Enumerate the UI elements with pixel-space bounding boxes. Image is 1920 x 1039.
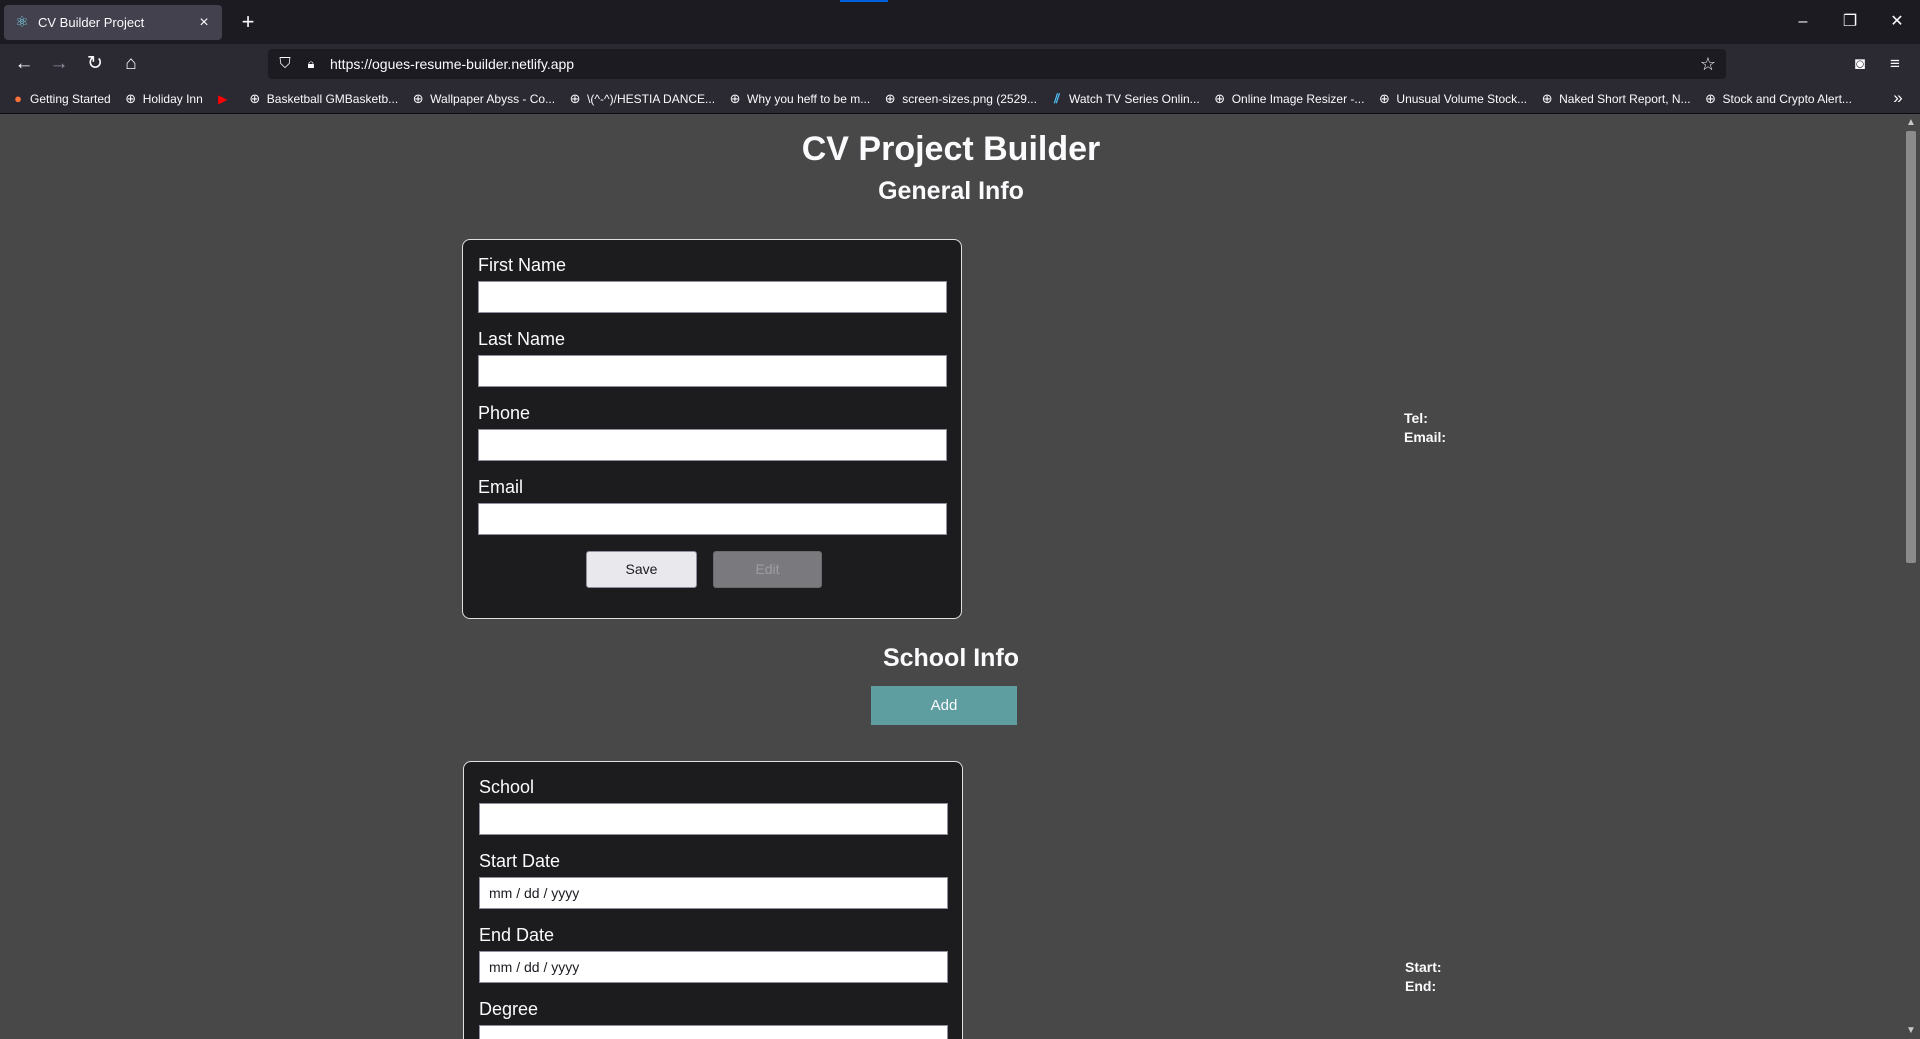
tab-title: CV Builder Project [38,15,145,30]
globe-icon: ⊕ [1378,90,1390,106]
bookmark-item[interactable]: ⊕ Holiday Inn [123,91,203,107]
react-icon: ⚛ [15,13,29,31]
lock-icon[interactable]: 🔒︎ [302,55,320,73]
bookmark-label: Wallpaper Abyss - Co... [430,91,556,106]
start-date-input[interactable]: mm / dd / yyyy [479,877,948,909]
close-icon[interactable]: × [196,14,212,31]
first-name-input[interactable] [478,281,947,313]
bookmark-label: Stock and Crypto Alert... [1722,91,1852,106]
url-text[interactable]: https://ogues-resume-builder.netlify.app [330,56,574,72]
preview-tel-label: Tel: [1404,410,1428,426]
shield-icon[interactable]: ⛉ [276,55,294,73]
bookmark-item[interactable]: ⊕ Basketball GMBasketb... [247,91,398,107]
phone-label: Phone [478,403,531,423]
scroll-thumb[interactable] [1906,131,1916,563]
phone-input[interactable] [478,429,947,461]
bookmark-label: Online Image Resizer -... [1231,91,1365,106]
navigation-bar: ← → ↻ ⌂ ⛉ 🔒︎ https://ogues-resume-builde… [0,44,1920,84]
globe-icon: ⊕ [1705,90,1716,106]
home-icon[interactable]: ⌂ [117,50,145,78]
globe-icon: ⊕ [569,90,581,106]
page-title: CV Project Builder [801,130,1101,168]
bookmark-item[interactable]: ⊕ Wallpaper Abyss - Co... [410,91,555,107]
bookmark-item[interactable]: ⊕ Naked Short Report, N... [1539,90,1691,107]
bookmark-label: Watch TV Series Onlin... [1068,91,1200,106]
wtv-icon: ⫽ [1054,90,1060,106]
end-date-input[interactable]: mm / dd / yyyy [479,951,948,983]
globe-icon: ⊕ [1214,90,1226,106]
edit-button[interactable]: Edit [713,551,822,588]
bookmark-label: Holiday Inn [142,91,203,106]
bookmark-item[interactable]: ● Getting Started [10,91,111,107]
tab-cv-builder[interactable]: ⚛ CV Builder Project × [4,5,222,40]
bookmark-label: Basketball GMBasketb... [266,91,399,106]
globe-icon: ⊕ [249,90,261,106]
bookmark-item[interactable]: ⊕ Why you heff to be m... [727,90,871,107]
bookmark-label: Why you heff to be m... [747,91,871,106]
window-close-icon[interactable]: ✕ [1882,8,1912,36]
forward-arrow-icon[interactable]: → [45,50,73,78]
page-viewport: CV Project Builder General Info First Na… [0,115,1902,1039]
minimize-icon[interactable]: – [1788,8,1818,36]
last-name-input[interactable] [478,355,947,387]
page-scrollbar[interactable]: ▲ ▼ [1902,115,1920,1039]
bookmark-label: screen-sizes.png (2529... [902,91,1037,106]
globe-icon: ⊕ [884,90,896,106]
url-bar[interactable]: ⛉ 🔒︎ https://ogues-resume-builder.netlif… [268,49,1726,79]
back-arrow-icon[interactable]: ← [10,50,38,78]
save-button[interactable]: Save [586,551,697,588]
bookmark-label: Naked Short Report, N... [1559,91,1691,106]
bookmark-item[interactable]: ⫽ Watch TV Series Onlin... [1049,91,1200,107]
general-info-form: First Name Last Name Phone Email Save Ed… [462,239,962,619]
bookmark-item[interactable]: ⊕ Online Image Resizer -... [1212,90,1365,107]
bookmark-item[interactable]: ⊕ \(^-^)/HESTIA DANCE... [567,91,715,107]
firefox-icon: ● [14,90,22,106]
bookmark-label: \(^-^)/HESTIA DANCE... [587,91,716,106]
scroll-up-icon[interactable]: ▲ [1902,115,1920,131]
bookmark-star-icon[interactable]: ☆ [1698,54,1718,74]
bookmark-item[interactable]: ▶ [215,91,235,107]
bookmark-item[interactable]: ⊕ Stock and Crypto Alert... [1703,91,1852,107]
add-school-button[interactable]: Add [871,686,1017,725]
school-label: School [479,777,535,797]
general-info-heading: General Info [878,177,1024,205]
restore-icon[interactable]: ❐ [1835,8,1865,36]
preview-start-label: Start: [1405,959,1442,975]
degree-input[interactable] [479,1025,948,1039]
globe-icon: ⊕ [125,90,137,106]
start-date-label: Start Date [479,851,561,871]
first-name-label: First Name [478,255,567,275]
menu-icon[interactable]: ≡ [1881,50,1909,78]
globe-icon: ⊕ [729,90,741,106]
globe-icon: ⊕ [412,90,424,106]
new-tab-button[interactable]: + [234,9,262,37]
school-info-heading: School Info [882,644,1020,672]
bookmark-item[interactable]: ⊕ Unusual Volume Stock... [1376,91,1527,107]
bookmark-item[interactable]: ⊕ screen-sizes.png (2529... [882,91,1037,107]
degree-label: Degree [479,999,539,1019]
email-input[interactable] [478,503,947,535]
school-input[interactable] [479,803,948,835]
last-name-label: Last Name [478,329,566,349]
pocket-icon[interactable]: ◙ [1846,50,1874,78]
email-label: Email [478,477,524,497]
preview-end-label: End: [1405,978,1437,994]
scroll-down-icon[interactable]: ▼ [1902,1023,1920,1039]
youtube-icon: ▶ [218,91,228,106]
chevron-more-icon[interactable]: » [1888,88,1908,108]
accent-line [840,0,888,2]
reload-icon[interactable]: ↻ [81,50,109,78]
bookmark-label: Getting Started [30,91,111,106]
school-info-form: School Start Date mm / dd / yyyy End Dat… [463,761,963,1039]
globe-icon: ⊕ [1541,90,1553,106]
title-bar: ⚛ CV Builder Project × + – ❐ ✕ [0,0,1920,44]
bookmark-label: Unusual Volume Stock... [1396,91,1528,106]
bookmarks-toolbar: ● Getting Started ⊕ Holiday Inn ▶ ⊕ Basketball… [0,84,1920,114]
preview-email-label: Email: [1404,429,1447,445]
end-date-label: End Date [479,925,555,945]
